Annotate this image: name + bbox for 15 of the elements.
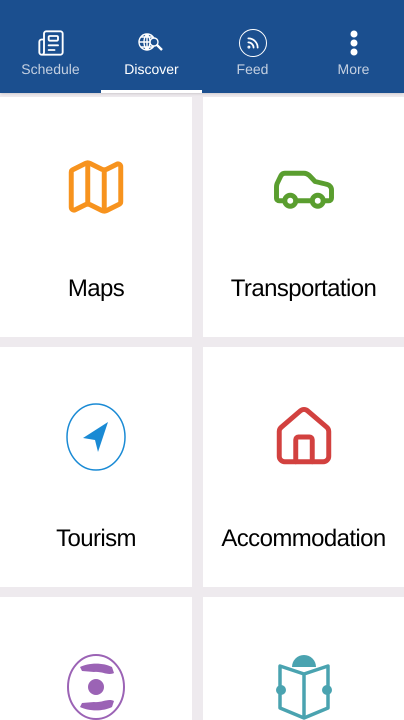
- card-label: Maps: [68, 274, 124, 304]
- category-card[interactable]: Maps: [0, 97, 192, 337]
- newspaper-icon: [36, 29, 64, 57]
- rss-icon: [238, 29, 266, 57]
- category-card[interactable]: Accommodation: [203, 347, 404, 587]
- more-icon: [350, 30, 358, 56]
- tab[interactable]: Schedule: [0, 23, 101, 93]
- tab[interactable]: Discover: [101, 23, 202, 93]
- card-label: Tourism: [56, 524, 136, 554]
- tab[interactable]: Feed: [202, 23, 303, 93]
- card-label: Transportation: [230, 274, 376, 304]
- tab[interactable]: More: [303, 23, 404, 93]
- category-card[interactable]: Transportation: [203, 97, 404, 337]
- category-card[interactable]: Tourism: [0, 347, 192, 587]
- card-label: Accommodation: [221, 524, 386, 554]
